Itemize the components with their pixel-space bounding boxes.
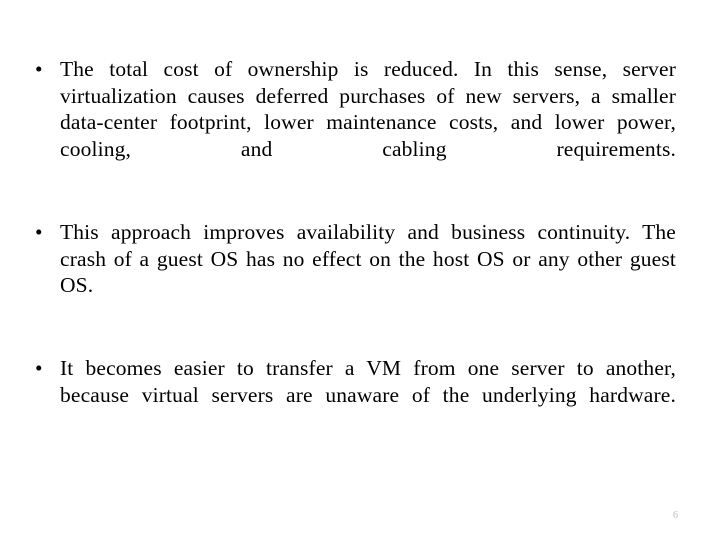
bullet-list: • The total cost of ownership is reduced…	[30, 56, 676, 435]
bullet-point-icon: •	[35, 356, 43, 381]
list-item: • This approach improves availability an…	[30, 219, 676, 325]
bullet-text-tco-reduced: The total cost of ownership is reduced. …	[60, 57, 676, 161]
list-item: • It becomes easier to transfer a VM fro…	[30, 355, 676, 435]
bullet-point-icon: •	[35, 219, 43, 244]
bullet-text-availability-continuity: This approach improves availability and …	[60, 219, 676, 298]
slide-canvas: • The total cost of ownership is reduced…	[0, 0, 720, 540]
bullet-point-icon: •	[35, 57, 43, 81]
page-number: 6	[673, 510, 678, 521]
bullet-text-vm-transfer: It becomes easier to transfer a VM from …	[60, 356, 676, 407]
list-item: • The total cost of ownership is reduced…	[30, 56, 676, 189]
